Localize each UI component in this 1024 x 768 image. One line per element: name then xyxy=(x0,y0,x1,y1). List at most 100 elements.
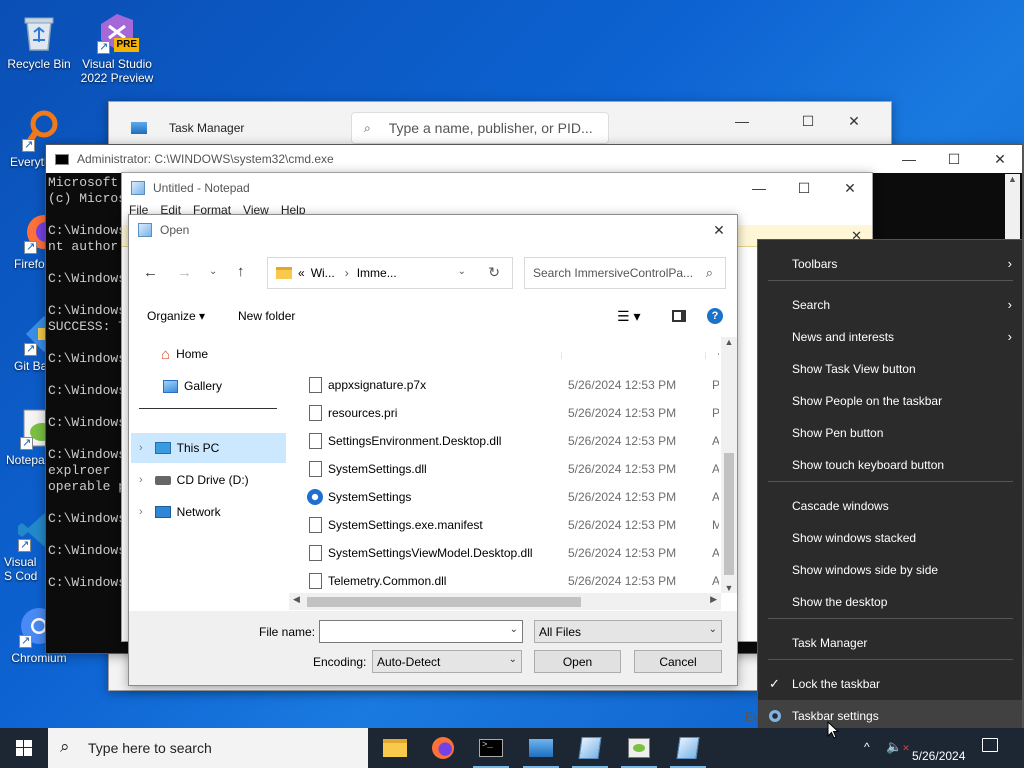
file-row[interactable]: SystemSettings 5/26/2024 12:53 PM Ap xyxy=(299,483,719,511)
file-list-vertical-scrollbar[interactable]: ▲ ▼ xyxy=(721,337,737,593)
expand-chevron-icon[interactable]: › xyxy=(139,442,143,454)
cmd-output[interactable]: Microsoft (c) Micros C:\Windows nt author C:… xyxy=(48,175,126,591)
menu-item-show-windows-stacked[interactable]: Show windows stacked xyxy=(758,522,1022,554)
encoding-select[interactable]: Auto-Detect ⌄ xyxy=(372,650,522,673)
preview-pane-icon[interactable] xyxy=(672,310,686,322)
menu-item-cascade-windows[interactable]: Cascade windows xyxy=(758,490,1022,522)
nav-item-cd-drive[interactable]: › CD Drive (D:) xyxy=(139,465,249,495)
nav-item-gallery[interactable]: Gallery xyxy=(163,371,222,401)
taskbar-task-manager[interactable] xyxy=(517,728,565,768)
nav-item-network[interactable]: › Network xyxy=(139,497,221,527)
scroll-up-arrow-icon[interactable]: ▲ xyxy=(721,337,737,347)
gallery-icon xyxy=(163,379,178,393)
nav-item-home[interactable]: ⌂ Home xyxy=(161,339,208,369)
new-folder-button[interactable]: New folder xyxy=(238,309,295,323)
notepad-titlebar[interactable]: Untitled - Notepad — ☐ ✕ xyxy=(122,173,872,203)
close-button[interactable]: ✕ xyxy=(827,173,873,203)
cmd-line: nt author xyxy=(48,239,119,254)
cmd-line xyxy=(48,527,126,543)
close-button[interactable]: ✕ xyxy=(701,215,737,245)
desktop-icon-recycle-bin[interactable]: Recycle Bin xyxy=(1,10,77,71)
address-segment-2[interactable]: Imme... xyxy=(357,266,397,280)
cmd-titlebar[interactable]: Administrator: C:\WINDOWS\system32\cmd.e… xyxy=(46,145,1022,173)
scroll-up-arrow-icon[interactable]: ▲ xyxy=(1005,174,1020,184)
refresh-icon[interactable]: ↻ xyxy=(488,264,500,281)
desktop-icon-visual-studio[interactable]: PRE Visual Studio 2022 Preview xyxy=(79,10,155,85)
address-segment-1[interactable]: Wi... xyxy=(311,266,335,280)
file-type-select[interactable]: All Files ⌄ xyxy=(534,620,722,643)
close-button[interactable]: ✕ xyxy=(977,145,1023,173)
show-hidden-icons-chevron-icon[interactable]: ^ xyxy=(864,740,870,754)
taskbar-cmd[interactable]: >_ xyxy=(467,728,515,768)
file-row[interactable]: SystemSettingsViewModel.Desktop.dll 5/26/… xyxy=(299,539,719,567)
up-arrow-icon[interactable]: ↑ xyxy=(237,263,245,280)
open-dialog-titlebar[interactable]: Open ✕ xyxy=(129,215,737,245)
file-type: Ap xyxy=(712,434,719,448)
menu-item-show-pen-button[interactable]: Show Pen button xyxy=(758,417,1022,449)
file-row[interactable]: SettingsEnvironment.Desktop.dll 5/26/2024… xyxy=(299,427,719,455)
file-list-horizontal-scrollbar[interactable]: ◀ ▶ xyxy=(289,593,721,610)
address-bar[interactable]: « Wi... › Imme... ⌄ ↻ xyxy=(267,257,513,289)
taskbar-notepad-2[interactable] xyxy=(664,728,712,768)
minimize-button[interactable]: — xyxy=(719,106,765,136)
taskbar-file-explorer[interactable] xyxy=(371,728,419,768)
menu-item-news-and-interests[interactable]: News and interests › xyxy=(758,321,1022,353)
view-options-icon[interactable]: ☰ ▾ xyxy=(617,308,640,325)
address-dropdown-icon[interactable]: ⌄ xyxy=(458,266,466,277)
organize-button[interactable]: Organize ▾ xyxy=(147,309,205,323)
file-row[interactable]: SystemSettings.dll 5/26/2024 12:53 PM Ap xyxy=(299,455,719,483)
file-row[interactable]: resources.pri 5/26/2024 12:53 PM PI xyxy=(299,399,719,427)
start-button[interactable] xyxy=(0,728,48,768)
cancel-button[interactable]: Cancel xyxy=(634,650,722,673)
menu-item-show-windows-side-by-side[interactable]: Show windows side by side xyxy=(758,554,1022,586)
recent-locations-chevron-icon[interactable]: ⌄ xyxy=(209,266,217,277)
close-button[interactable]: ✕ xyxy=(831,106,877,136)
menu-item-show-the-desktop[interactable]: Show the desktop xyxy=(758,586,1022,618)
task-manager-search-input[interactable]: ⌕ Type a name, publisher, or PID... xyxy=(351,112,609,144)
taskbar-notepad[interactable] xyxy=(566,728,614,768)
menu-item-show-people-on-the-taskbar[interactable]: Show People on the taskbar xyxy=(758,385,1022,417)
taskbar-search-box[interactable]: ⌕ Type here to search xyxy=(48,728,368,768)
notifications-icon[interactable] xyxy=(982,738,998,752)
chevron-down-icon[interactable]: ⌄ xyxy=(510,624,518,635)
file-row[interactable]: Telemetry.Common.dll 5/26/2024 12:53 PM Ap xyxy=(299,567,719,593)
maximize-button[interactable]: ☐ xyxy=(785,106,831,136)
nav-item-this-pc[interactable]: › This PC xyxy=(131,433,286,463)
cmd-title: Administrator: C:\WINDOWS\system32\cmd.e… xyxy=(77,152,334,166)
clock-date[interactable]: 5/26/2024 xyxy=(912,749,965,763)
chevron-down-icon: ⌄ xyxy=(508,654,517,665)
scroll-right-arrow-icon[interactable]: ▶ xyxy=(710,594,717,605)
menu-item-search[interactable]: Search › xyxy=(758,289,1022,321)
menu-item-show-touch-keyboard-button[interactable]: Show touch keyboard button xyxy=(758,449,1022,481)
address-overflow[interactable]: « xyxy=(298,266,305,280)
maximize-button[interactable]: ☐ xyxy=(931,145,977,173)
menu-item-task-manager[interactable]: Task Manager xyxy=(758,627,1022,659)
minimize-button[interactable]: — xyxy=(886,145,932,173)
file-date: 5/26/2024 12:53 PM xyxy=(568,490,677,504)
help-icon[interactable]: ? xyxy=(707,308,723,324)
scroll-down-arrow-icon[interactable]: ▼ xyxy=(721,583,737,593)
menu-item-lock-the-taskbar[interactable]: ✓ Lock the taskbar xyxy=(758,668,1022,700)
taskbar-firefox[interactable] xyxy=(419,728,467,768)
scroll-thumb[interactable] xyxy=(724,453,734,575)
forward-arrow-icon[interactable]: → xyxy=(177,264,192,281)
scroll-thumb[interactable] xyxy=(307,597,581,607)
minimize-button[interactable]: — xyxy=(736,173,782,203)
menu-item-toolbars[interactable]: Toolbars › xyxy=(758,248,1022,280)
expand-chevron-icon[interactable]: › xyxy=(139,506,143,518)
folder-search-input[interactable]: Search ImmersiveControlPa... ⌕ xyxy=(524,257,726,289)
file-explorer-icon xyxy=(383,739,407,757)
file-row[interactable]: appxsignature.p7x 5/26/2024 12:53 PM P7 xyxy=(299,371,719,399)
open-button[interactable]: Open xyxy=(534,650,621,673)
expand-chevron-icon[interactable]: › xyxy=(139,474,143,486)
back-arrow-icon[interactable]: ← xyxy=(143,264,158,281)
volume-muted-icon[interactable]: 🔈✕ xyxy=(886,739,910,755)
maximize-button[interactable]: ☐ xyxy=(781,173,827,203)
taskbar-notepad-plus[interactable] xyxy=(615,728,663,768)
file-name-input[interactable]: ⌄ xyxy=(319,620,523,643)
desktop-icon-vscode[interactable]: Visual S Cod xyxy=(0,508,56,583)
scroll-left-arrow-icon[interactable]: ◀ xyxy=(293,594,300,605)
file-row[interactable]: SystemSettings.exe.manifest 5/26/2024 12:… xyxy=(299,511,719,539)
menu-item-label: Task Manager xyxy=(792,636,868,650)
menu-item-show-task-view-button[interactable]: Show Task View button xyxy=(758,353,1022,385)
